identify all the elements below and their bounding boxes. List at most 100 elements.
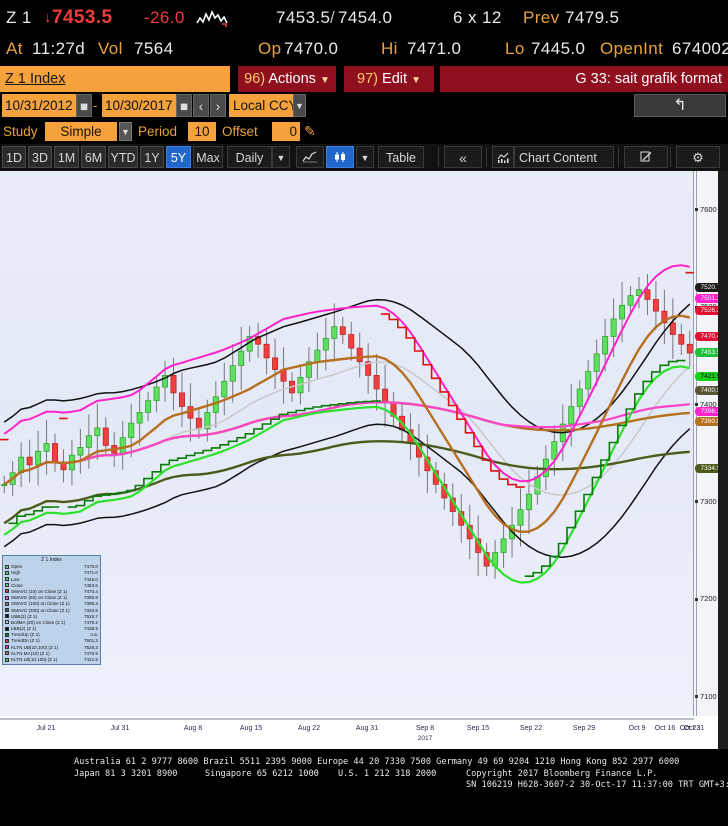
- start-date-calendar-icon[interactable]: ■: [76, 94, 92, 117]
- footer-contacts-line-1: Australia 61 2 9777 8600 Brazil 5511 239…: [74, 757, 680, 767]
- ticker-open-label: Op: [258, 39, 282, 58]
- date-axis-tick-label: Jul 31: [110, 725, 130, 732]
- gear-icon[interactable]: ⚙: [676, 146, 720, 168]
- cmdbar-gap-2: [336, 66, 344, 92]
- range-button-ytd[interactable]: YTD: [108, 146, 138, 168]
- pencil-icon[interactable]: ✎: [304, 122, 316, 141]
- candle-body: [356, 347, 363, 363]
- candle-body: [85, 435, 92, 448]
- candle-body: [669, 322, 676, 335]
- range-button-1m[interactable]: 1M: [54, 146, 79, 168]
- legend-color-swatch: [5, 651, 9, 656]
- security-field[interactable]: Z 1 Index: [0, 66, 230, 92]
- sparkline-icon: [196, 9, 230, 34]
- range-button-3d[interactable]: 3D: [28, 146, 52, 168]
- actions-menu-number: 96): [244, 71, 266, 87]
- bloomberg-terminal-window: Z 1 ↓ 7453.5 -26.0 7453.5 / 7454.0 6 x 1…: [0, 0, 728, 826]
- chart-content-button[interactable]: Chart Content: [514, 146, 614, 168]
- ticker-header: Z 1 ↓ 7453.5 -26.0 7453.5 / 7454.0 6 x 1…: [0, 0, 728, 66]
- candle-body: [602, 336, 609, 355]
- chevron-down-icon: ▼: [319, 75, 330, 86]
- ticker-bid: 7453.5: [276, 8, 331, 27]
- date-axis-tick-label: Sep 8: [415, 725, 435, 732]
- candle-body: [322, 338, 329, 351]
- currency-chevron-down-icon[interactable]: ▼: [293, 94, 306, 117]
- ticker-high-label: Hi: [381, 39, 398, 58]
- range-button-1y[interactable]: 1Y: [140, 146, 164, 168]
- range-button-5y[interactable]: 5Y: [166, 146, 191, 168]
- chevron-left-icon[interactable]: ‹: [193, 94, 209, 117]
- legend-color-swatch: [5, 583, 9, 588]
- study-label: Study: [3, 124, 38, 139]
- chart-plot-area[interactable]: [0, 171, 694, 716]
- candle-body: [610, 318, 617, 337]
- date-range-bar: 10/31/2012 ■ - 10/30/2017 ■ ‹ › Local CC…: [0, 92, 728, 119]
- study-chevron-down-icon[interactable]: ▼: [119, 122, 132, 141]
- ticker-symbol[interactable]: Z 1: [6, 2, 32, 33]
- footer-serial: SN 106219 H628-3607-2 30-Oct-17 11:37:00…: [466, 780, 728, 790]
- study-settings-bar: Study Simple MA ▼ Period 10 Offset 0 ✎: [0, 119, 728, 158]
- command-bar: Z 1 Index 96) Actions ▼ 97) Edit ▼ G 33:…: [0, 66, 728, 92]
- candle-body: [153, 386, 160, 402]
- date-axis-tick-label: Aug 8: [183, 725, 203, 732]
- line-chart-icon[interactable]: [296, 146, 324, 168]
- end-date-input[interactable]: 10/30/2017: [102, 94, 176, 117]
- toolbar-divider-3: [618, 147, 619, 167]
- candle-body: [195, 417, 202, 430]
- double-chevron-left-icon[interactable]: «: [444, 146, 482, 168]
- candle-body: [170, 375, 177, 394]
- range-button-6m[interactable]: 6M: [81, 146, 106, 168]
- candle-body: [263, 343, 270, 359]
- price-axis-tick-marker: [695, 695, 698, 699]
- end-date-calendar-icon[interactable]: ■: [176, 94, 192, 117]
- date-axis: Jul 21 Jul 31 Aug 8 Aug 15 Aug 22 Aug 31 Sep 8…: [0, 716, 728, 749]
- currency-selector[interactable]: Local CCY: [229, 94, 302, 117]
- study-value-input[interactable]: Simple MA: [45, 122, 117, 158]
- actions-menu-button[interactable]: 96) Actions ▼: [238, 66, 336, 92]
- candle-body: [229, 365, 236, 382]
- candle-body: [678, 334, 685, 345]
- cmdbar-gap-1: [230, 66, 238, 92]
- interval-selector[interactable]: Daily: [227, 146, 272, 168]
- candle-body: [568, 406, 575, 425]
- candlestick-icon[interactable]: [326, 146, 354, 168]
- candle-body: [551, 441, 558, 460]
- candle-body: [314, 349, 321, 363]
- period-label: Period: [138, 124, 178, 139]
- undo-button[interactable]: ↰: [634, 94, 726, 117]
- offset-value-input[interactable]: 0: [272, 122, 300, 141]
- chevron-down-icon: ▼: [411, 75, 421, 86]
- candle-body: [35, 450, 42, 466]
- candle-body: [102, 427, 109, 446]
- chart-type-chevron-down-icon[interactable]: ▼: [356, 146, 374, 168]
- candle-body: [119, 437, 126, 454]
- chart-scrollbar[interactable]: [718, 171, 728, 749]
- legend-item: KLTN LB(10,100) (Z 1) 7421.5: [5, 657, 98, 663]
- candle-body: [26, 456, 33, 466]
- ticker-prev-label: Prev: [523, 8, 560, 27]
- interval-chevron-down-icon[interactable]: ▼: [272, 146, 290, 168]
- chevron-right-icon[interactable]: ›: [210, 94, 226, 117]
- price-chart[interactable]: 760075007400730072007100 7520.77501.3752…: [0, 171, 728, 749]
- legend-color-swatch: [5, 638, 9, 643]
- chart-legend[interactable]: Z 1 Index Open 7470.0 High 7471.0 Low 7445.0 C…: [2, 555, 101, 666]
- candle-body: [94, 427, 101, 437]
- candle-body: [517, 509, 524, 526]
- date-axis-tick-label: Jul 21: [36, 725, 56, 732]
- period-value-input[interactable]: 10: [188, 122, 216, 141]
- start-date-input[interactable]: 10/31/2012: [2, 94, 76, 117]
- range-button-max[interactable]: Max: [193, 146, 223, 168]
- table-button[interactable]: Table: [378, 146, 424, 168]
- legend-color-swatch: [5, 564, 9, 569]
- bloomberg-footer: Australia 61 2 9777 8600 Brazil 5511 239…: [0, 749, 728, 826]
- ticker-prev-value: 7479.5: [565, 8, 620, 27]
- ticker-open-value: 7470.0: [284, 39, 339, 58]
- edit-menu-button[interactable]: 97) Edit ▼: [344, 66, 434, 92]
- candle-body: [331, 326, 338, 339]
- candle-body: [272, 357, 279, 370]
- chart-content-icon[interactable]: [492, 146, 514, 168]
- date-axis-tick-label: Oct 31: [683, 725, 705, 732]
- range-button-1d[interactable]: 1D: [2, 146, 26, 168]
- annotate-icon[interactable]: [624, 146, 668, 168]
- security-field-label: Z 1 Index: [5, 71, 66, 87]
